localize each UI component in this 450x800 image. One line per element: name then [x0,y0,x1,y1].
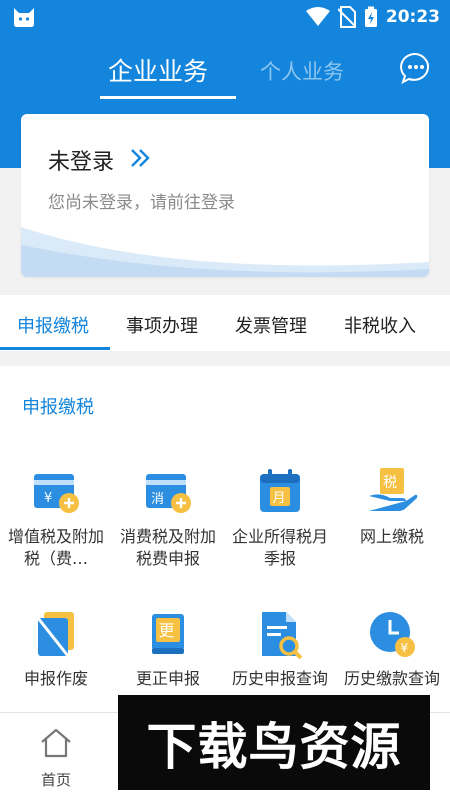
category-tab-invoice[interactable]: 发票管理 [235,312,307,338]
home-icon [41,728,71,758]
nav-home-label: 首页 [40,771,71,789]
service-consumption-tax[interactable]: 消 消费税及附加税费申报 [112,466,224,570]
service-label: 更正申报 [135,669,200,688]
chat-bubble-icon[interactable] [400,52,432,84]
service-panel: 申报缴税 ¥ 增值税及附加税（费… 消 消费税及附加税费申报 月 企业所得税月季… [0,366,450,712]
active-tab-underline [100,96,236,99]
watermark: 下载鸟资源 [118,695,430,790]
service-history-payment[interactable]: ¥ 历史缴款查询 [336,608,448,690]
svg-text:税: 税 [383,475,397,491]
service-online-payment[interactable]: 税 网上缴税 [336,466,448,548]
category-tab-underline [0,347,110,350]
calendar-month-icon: 月 [260,469,300,512]
wifi-icon [305,7,330,26]
service-label: 增值税及附加税（费… [8,527,105,568]
service-void-declaration[interactable]: 申报作废 [0,608,112,690]
status-time: 20:23 [385,7,440,27]
svg-text:¥: ¥ [401,641,409,655]
tab-personal[interactable]: 个人业务 [260,56,344,86]
category-tabs: 申报缴税 事项办理 发票管理 非税收入 [0,295,450,351]
svg-text:¥: ¥ [44,491,52,506]
card-wave-decoration [21,227,429,277]
service-label: 历史缴款查询 [344,669,441,688]
cat-icon [14,8,34,27]
service-label: 申报作废 [23,669,88,688]
login-status-title: 未登录 [48,150,115,175]
consumption-tax-card-icon: 消 [146,474,191,513]
vat-card-icon: ¥ [34,474,79,513]
correction-declaration-icon: 更 [152,614,184,654]
category-tab-declare-pay[interactable]: 申报缴税 [17,312,89,338]
service-corporate-income-tax[interactable]: 月 企业所得税月季报 [224,466,336,570]
category-tab-matters[interactable]: 事项办理 [126,312,198,338]
no-sim-icon [337,6,356,28]
nav-home[interactable]: 首页 [34,727,78,790]
svg-text:消: 消 [151,492,164,507]
service-correction[interactable]: 更 更正申报 [112,608,224,690]
void-declaration-icon [36,612,74,657]
battery-charging-icon [364,6,377,27]
service-label: 消费税及附加税费申报 [120,527,217,568]
category-tab-non-tax[interactable]: 非税收入 [344,312,416,338]
svg-text:月: 月 [273,491,286,506]
svg-text:更: 更 [159,621,175,640]
service-label: 企业所得税月季报 [232,527,329,568]
double-chevron-right-icon [131,149,150,167]
service-label: 网上缴税 [359,527,424,546]
service-history-declaration[interactable]: 历史申报查询 [224,608,336,690]
service-vat[interactable]: ¥ 增值税及附加税（费… [0,466,112,570]
tab-enterprise[interactable]: 企业业务 [108,52,208,88]
online-tax-payment-icon: 税 [369,468,418,511]
service-label: 历史申报查询 [232,669,329,688]
status-bar: 20:23 [0,0,450,34]
history-declaration-search-icon [262,612,303,660]
section-title: 申报缴税 [22,397,94,418]
login-card[interactable]: 未登录 您尚未登录，请前往登录 [21,114,429,277]
history-payment-clock-icon: ¥ [370,612,415,657]
